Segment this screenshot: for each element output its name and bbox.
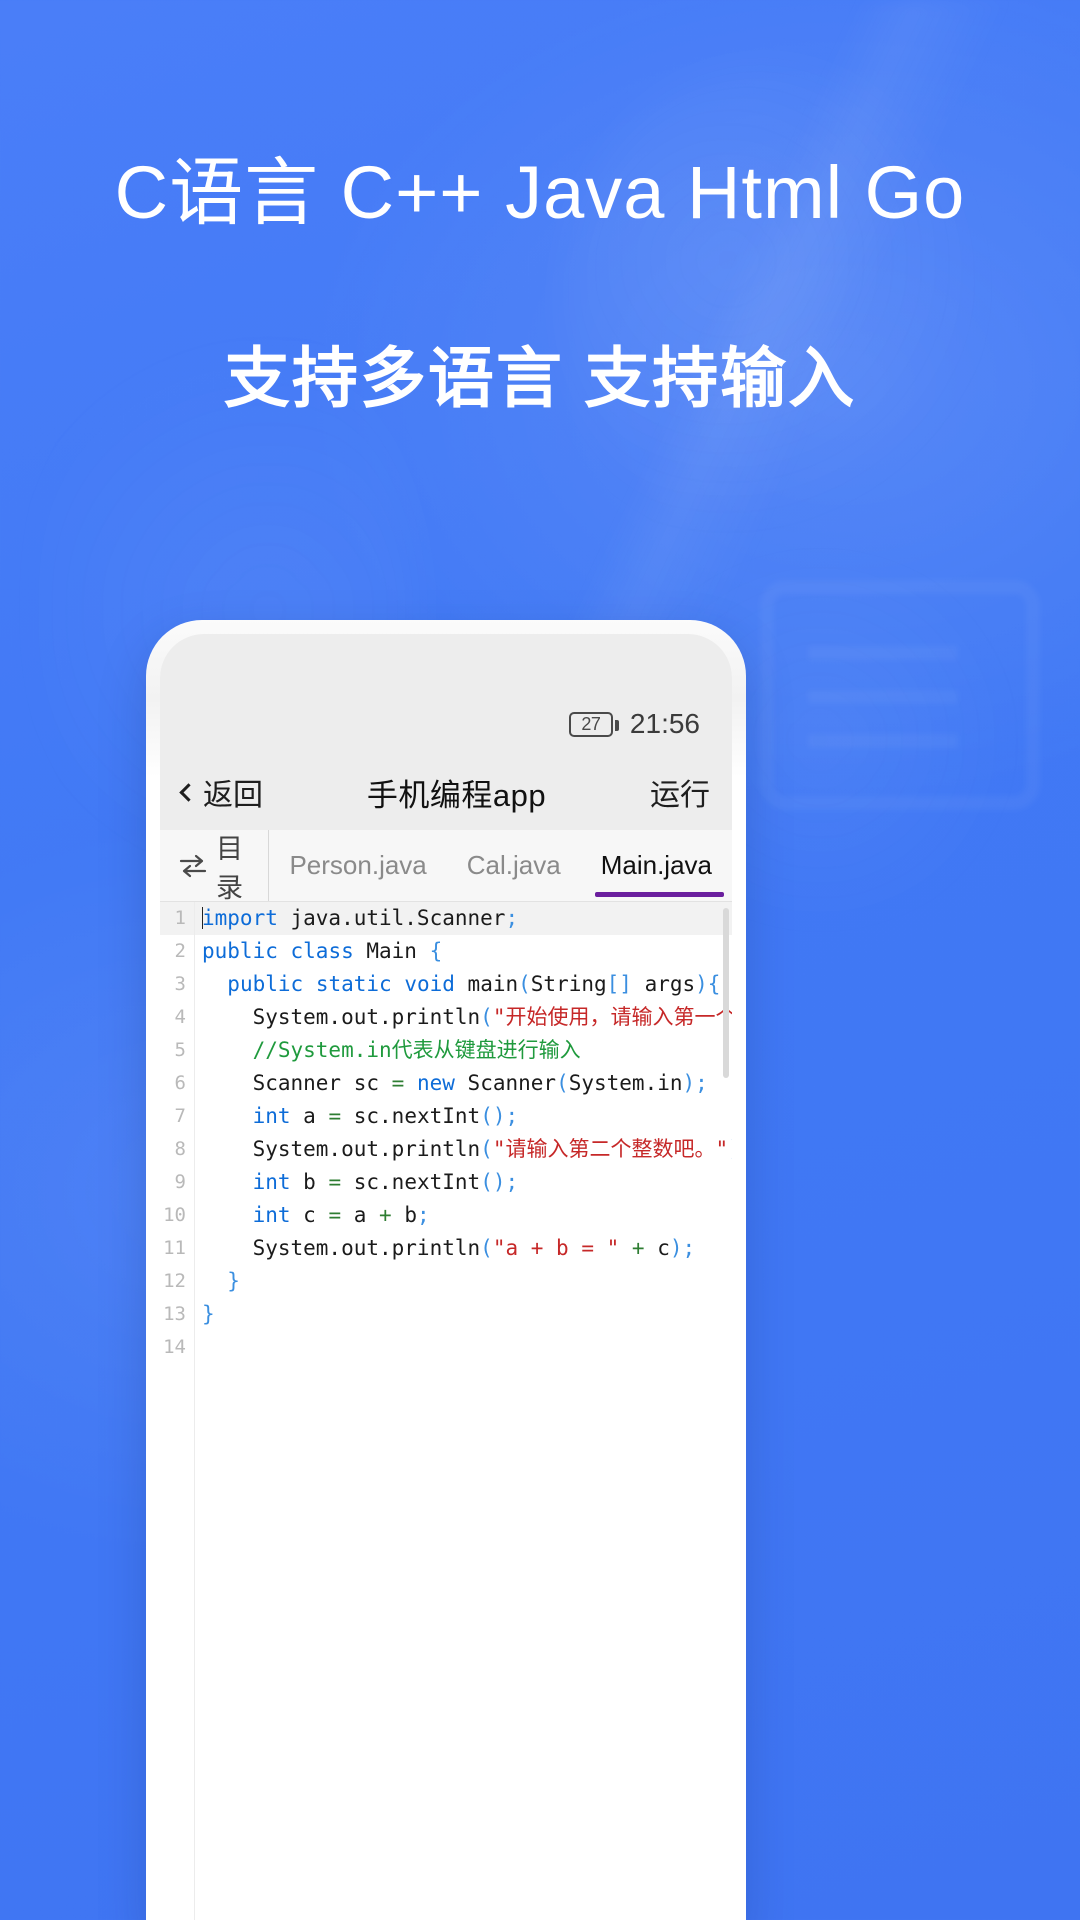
code-line: 10 int c = a + b;	[160, 1199, 732, 1232]
status-bar-clock: 21:56	[629, 708, 700, 739]
line-number: 12	[163, 1270, 186, 1292]
status-bar: 27 21:56	[160, 634, 732, 754]
code-line: 6 Scanner sc = new Scanner(System.in);	[160, 1067, 732, 1100]
tab-cal-java[interactable]: Cal.java	[447, 830, 581, 901]
line-number: 3	[174, 973, 186, 995]
directory-label: 目录	[216, 833, 243, 903]
code-content: public static void main(String[] args){	[227, 972, 721, 996]
tab-bar: 目录 Person.java Cal.java Main.java	[160, 830, 732, 903]
code-line: 3 public static void main(String[] args)…	[160, 968, 732, 1001]
line-number: 5	[174, 1039, 186, 1061]
code-line: 5 //System.in代表从键盘进行输入	[160, 1034, 732, 1067]
page-title: 手机编程app	[366, 777, 547, 813]
background-blob-top-right	[560, 60, 980, 560]
battery-icon: 27	[568, 711, 619, 737]
back-button-label: 返回	[203, 779, 263, 812]
code-content: System.out.println("请输入第二个整数吧。");	[202, 1137, 732, 1161]
line-number: 11	[163, 1237, 186, 1259]
swap-arrows-icon	[179, 854, 207, 877]
nav-bar: 返回 手机编程app 运行	[160, 754, 732, 830]
code-content: Scanner sc = new Scanner(System.in);	[202, 1071, 708, 1095]
editor-scrollbar[interactable]	[723, 908, 729, 1078]
line-number: 8	[174, 1138, 186, 1160]
run-button[interactable]: 运行	[650, 770, 710, 814]
code-line: 8 System.out.println("请输入第二个整数吧。");	[160, 1133, 732, 1166]
gutter-divider	[194, 902, 195, 1920]
code-line: 12 }	[160, 1265, 732, 1298]
headline-primary: C语言 C++ Java Html Go	[114, 151, 966, 234]
tab-main-java[interactable]: Main.java	[581, 830, 732, 901]
code-content: int b = sc.nextInt();	[252, 1170, 519, 1194]
directory-button[interactable]: 目录	[160, 830, 270, 903]
code-line: 9 int b = sc.nextInt();	[160, 1166, 732, 1199]
battery-level-label: 27	[581, 714, 601, 734]
line-number: 10	[163, 1204, 186, 1226]
code-line: 7 int a = sc.nextInt();	[160, 1100, 732, 1133]
code-line: 4 System.out.println("开始使用，请输入第一个整数吧。");	[160, 1001, 732, 1034]
line-number: 2	[174, 940, 186, 962]
back-button[interactable]: 返回	[179, 770, 263, 814]
line-number: 14	[163, 1336, 186, 1358]
code-editor[interactable]: 1 import java.util.Scanner; 2 public cla…	[160, 902, 732, 1920]
line-number: 4	[174, 1006, 186, 1028]
code-content: public class Main {	[202, 939, 443, 963]
line-number: 1	[174, 907, 186, 929]
file-tabs: Person.java Cal.java Main.java	[269, 830, 732, 901]
code-line: 1 import java.util.Scanner;	[160, 902, 732, 935]
code-content: int a = sc.nextInt();	[252, 1104, 519, 1128]
line-number: 7	[174, 1105, 186, 1127]
code-content: }	[202, 1302, 215, 1326]
code-line: 13 }	[160, 1298, 732, 1331]
code-content: int c = a + b;	[252, 1203, 430, 1227]
headline-secondary: 支持多语言 支持输入	[223, 341, 857, 415]
phone-screen: 27 21:56 返回 手机编程app 运行 目录 Person.java Ca…	[160, 634, 732, 1920]
code-line: 14	[160, 1331, 732, 1364]
background-document-outline	[760, 580, 1040, 810]
chevron-left-icon	[179, 782, 198, 802]
code-content: System.out.println("开始使用，请输入第一个整数吧。");	[202, 1005, 732, 1029]
code-content: System.out.println("a + b = " + c);	[202, 1236, 696, 1260]
code-line: 2 public class Main {	[160, 935, 732, 968]
code-content: }	[227, 1269, 240, 1293]
code-content: //System.in代表从键盘进行输入	[252, 1038, 581, 1062]
status-bar-right: 27 21:56	[568, 708, 700, 740]
tab-person-java[interactable]: Person.java	[269, 830, 446, 901]
line-number: 13	[163, 1303, 186, 1325]
line-number: 9	[174, 1171, 186, 1193]
phone-mockup: 27 21:56 返回 手机编程app 运行 目录 Person.java Ca…	[146, 620, 746, 1920]
code-line: 11 System.out.println("a + b = " + c);	[160, 1232, 732, 1265]
code-content: import java.util.Scanner;	[202, 906, 519, 930]
line-number: 6	[174, 1072, 186, 1094]
